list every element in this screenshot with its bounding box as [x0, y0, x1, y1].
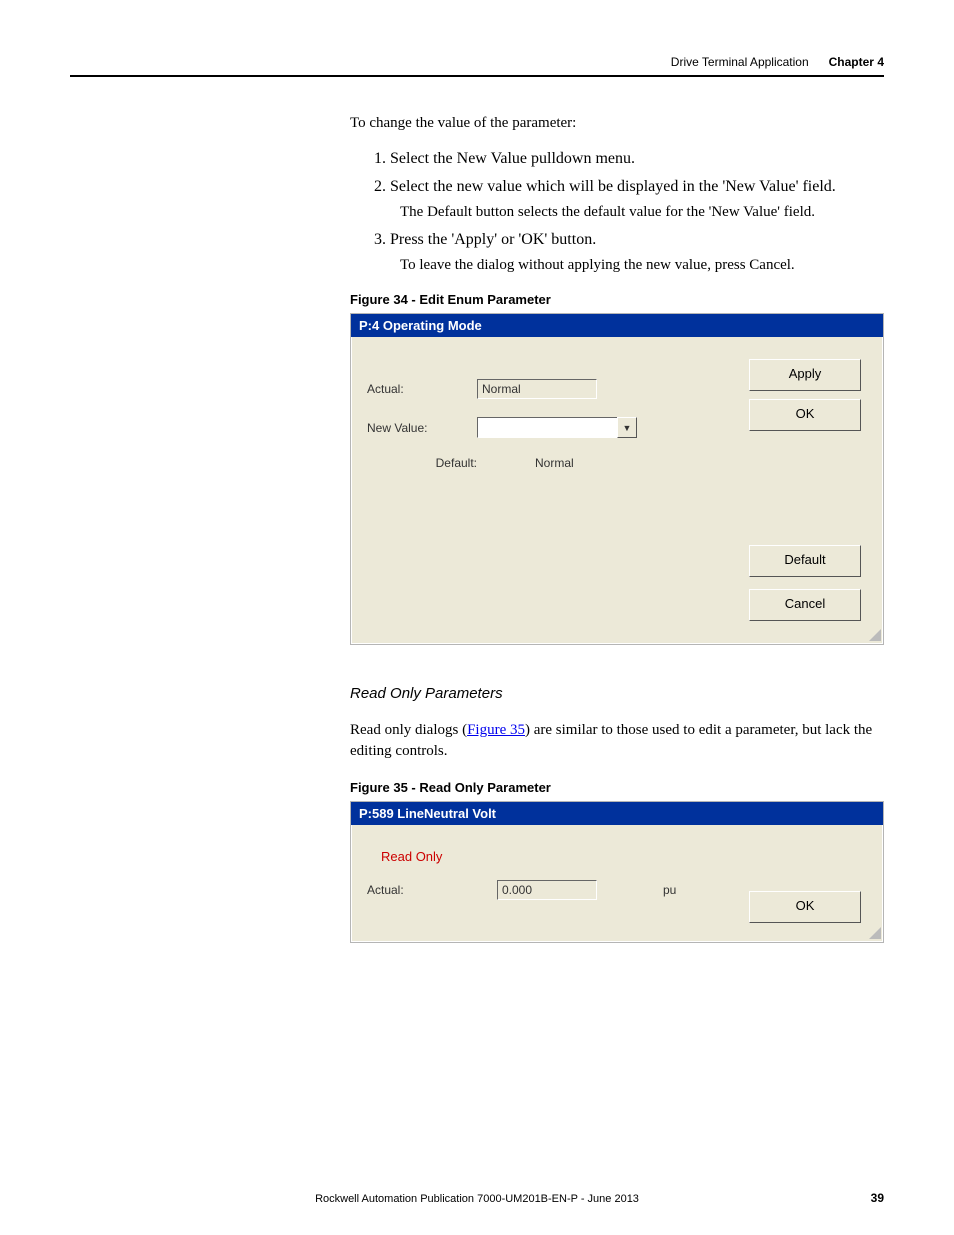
header-section: Drive Terminal Application [671, 55, 809, 69]
default-value: Normal [495, 456, 574, 470]
combo-field[interactable] [477, 417, 617, 438]
default-button[interactable]: Default [749, 545, 861, 577]
dialog-title: P:589 LineNeutral Volt [351, 802, 883, 825]
step-1: Select the New Value pulldown menu. [390, 150, 635, 167]
actual-value: Normal [477, 379, 597, 399]
unit-label: pu [663, 883, 676, 897]
ok-button[interactable]: OK [749, 399, 861, 431]
header-chapter: Chapter 4 [829, 55, 884, 69]
intro-text: To change the value of the parameter: [350, 115, 884, 132]
step-number: 1. [374, 150, 386, 167]
step-3-sub: To leave the dialog without applying the… [400, 257, 884, 274]
page-header: Drive Terminal Application Chapter 4 [70, 55, 884, 77]
cancel-button[interactable]: Cancel [749, 589, 861, 621]
read-only-heading: Read Only Parameters [350, 685, 884, 702]
step-3: Press the 'Apply' or 'OK' button. [390, 231, 596, 248]
dialog-title: P:4 Operating Mode [351, 314, 883, 337]
figure-35-caption: Figure 35 - Read Only Parameter [350, 780, 884, 795]
figure-35-link[interactable]: Figure 35 [467, 722, 525, 738]
step-2: Select the new value which will be displ… [390, 178, 836, 195]
new-value-label: New Value: [367, 421, 477, 435]
read-only-dialog: P:589 LineNeutral Volt Read Only Actual:… [350, 801, 884, 943]
figure-34-caption: Figure 34 - Edit Enum Parameter [350, 292, 884, 307]
page-number: 39 [871, 1191, 884, 1205]
step-2-sub: The Default button selects the default v… [400, 204, 884, 221]
step-number: 2. [374, 178, 386, 195]
default-label: Default: [367, 456, 495, 470]
ok-button[interactable]: OK [749, 891, 861, 923]
read-only-paragraph: Read only dialogs (Figure 35) are simila… [350, 720, 884, 762]
actual-label: Actual: [367, 883, 497, 897]
new-value-combo[interactable]: ▼ [477, 417, 637, 438]
actual-label: Actual: [367, 382, 477, 396]
resize-grip-icon[interactable] [867, 925, 881, 939]
apply-button[interactable]: Apply [749, 359, 861, 391]
step-number: 3. [374, 231, 386, 248]
resize-grip-icon[interactable] [867, 627, 881, 641]
footer-publication: Rockwell Automation Publication 7000-UM2… [0, 1193, 954, 1205]
steps-list: 1. Select the New Value pulldown menu. 2… [350, 150, 884, 274]
read-only-label: Read Only [381, 849, 867, 864]
chevron-down-icon[interactable]: ▼ [617, 417, 637, 438]
edit-enum-dialog: P:4 Operating Mode Actual: Normal New Va… [350, 313, 884, 645]
actual-value: 0.000 [497, 880, 597, 900]
